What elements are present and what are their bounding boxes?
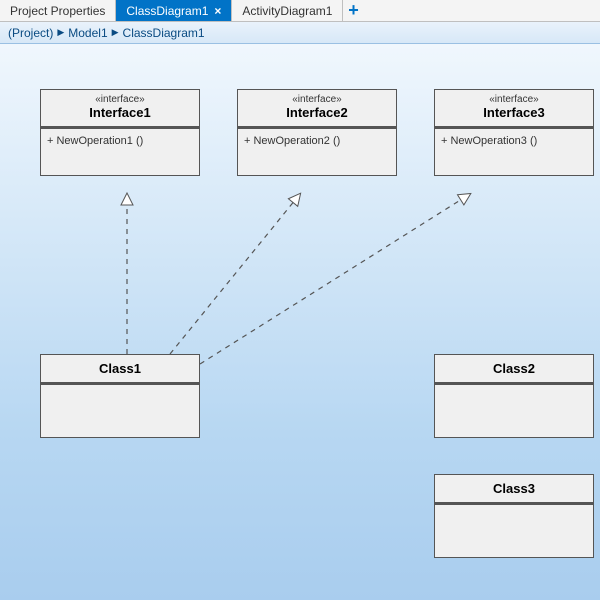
tab-label: Project Properties — [10, 4, 105, 18]
tab-class-diagram[interactable]: ClassDiagram1 × — [116, 0, 232, 21]
interface-header: «interface» Interface2 — [238, 90, 396, 127]
realization-class1-interface2 — [170, 194, 300, 354]
class-header: Class1 — [41, 355, 199, 383]
class-header: Class3 — [435, 475, 593, 503]
class-header: Class2 — [435, 355, 593, 383]
members-compartment — [435, 383, 593, 437]
tab-project-properties[interactable]: Project Properties — [0, 0, 116, 21]
chevron-right-icon: ▶ — [57, 27, 64, 38]
diagram-canvas[interactable]: «interface» Interface1 + NewOperation1 (… — [0, 44, 600, 600]
interface2-box[interactable]: «interface» Interface2 + NewOperation2 (… — [237, 89, 397, 176]
interface1-box[interactable]: «interface» Interface1 + NewOperation1 (… — [40, 89, 200, 176]
breadcrumb-diagram[interactable]: ClassDiagram1 — [123, 26, 205, 40]
plus-icon: + — [348, 0, 359, 21]
class-name: Class2 — [441, 361, 587, 376]
operation: + NewOperation3 () — [441, 135, 587, 147]
breadcrumb: (Project) ▶ Model1 ▶ ClassDiagram1 — [0, 22, 600, 44]
breadcrumb-project[interactable]: (Project) — [8, 26, 53, 40]
operations-compartment: + NewOperation3 () — [435, 127, 593, 175]
interface-name: Interface1 — [45, 105, 195, 120]
operation: + NewOperation1 () — [47, 135, 193, 147]
class1-box[interactable]: Class1 — [40, 354, 200, 438]
realization-class1-interface3 — [200, 194, 470, 364]
new-tab-button[interactable]: + — [343, 0, 363, 21]
interface-name: Interface2 — [242, 105, 392, 120]
tab-label: ActivityDiagram1 — [242, 4, 332, 18]
operation: + NewOperation2 () — [244, 135, 390, 147]
close-icon[interactable]: × — [214, 4, 221, 18]
interface-header: «interface» Interface3 — [435, 90, 593, 127]
stereotype: «interface» — [45, 94, 195, 105]
stereotype: «interface» — [439, 94, 589, 105]
tab-label: ClassDiagram1 — [126, 4, 208, 18]
chevron-right-icon: ▶ — [112, 27, 119, 38]
interface-header: «interface» Interface1 — [41, 90, 199, 127]
interface-name: Interface3 — [439, 105, 589, 120]
members-compartment — [41, 383, 199, 437]
tab-bar: Project Properties ClassDiagram1 × Activ… — [0, 0, 600, 22]
members-compartment — [435, 503, 593, 557]
interface3-box[interactable]: «interface» Interface3 + NewOperation3 (… — [434, 89, 594, 176]
tab-activity-diagram[interactable]: ActivityDiagram1 — [232, 0, 343, 21]
operations-compartment: + NewOperation2 () — [238, 127, 396, 175]
class3-box[interactable]: Class3 — [434, 474, 594, 558]
stereotype: «interface» — [242, 94, 392, 105]
class2-box[interactable]: Class2 — [434, 354, 594, 438]
operations-compartment: + NewOperation1 () — [41, 127, 199, 175]
class-name: Class1 — [47, 361, 193, 376]
class-name: Class3 — [441, 481, 587, 496]
breadcrumb-model[interactable]: Model1 — [68, 26, 107, 40]
